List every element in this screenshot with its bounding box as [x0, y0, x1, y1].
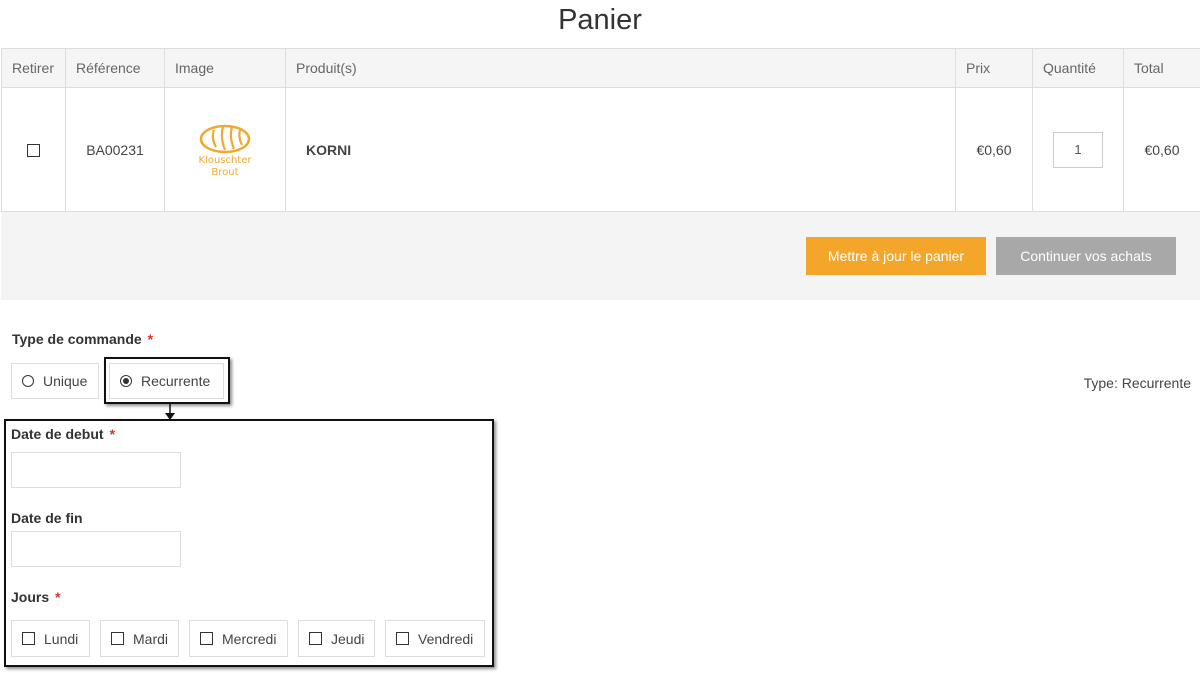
required-mark: *	[109, 426, 116, 442]
cart-table: Retirer Référence Image Produit(s) Prix …	[1, 48, 1200, 212]
start-date-input[interactable]	[11, 452, 181, 488]
day-checkbox-mercredi[interactable]	[200, 632, 213, 645]
total-cell: €0,60	[1123, 87, 1200, 212]
day-label-lundi: Lundi	[44, 630, 79, 647]
update-cart-button[interactable]: Mettre à jour le panier	[806, 237, 986, 275]
end-date-input[interactable]	[11, 531, 181, 567]
day-label-jeudi: Jeudi	[331, 630, 365, 647]
col-header-product: Produit(s)	[285, 48, 956, 88]
day-checkbox-lundi[interactable]	[22, 632, 35, 645]
day-label-mercredi: Mercredi	[222, 630, 277, 647]
order-type-label: Type de commande *	[12, 331, 153, 347]
logo-text-line2: Brout	[211, 166, 239, 178]
page-title: Panier	[558, 4, 642, 36]
image-cell: Klouschter Brout	[164, 87, 286, 212]
quantity-input[interactable]	[1053, 131, 1103, 168]
day-option-mardi[interactable]: Mardi	[100, 620, 179, 657]
day-checkbox-vendredi[interactable]	[396, 632, 409, 645]
radio-unique-label: Unique	[43, 373, 88, 389]
day-checkbox-mardi[interactable]	[111, 632, 124, 645]
order-type-label-text: Type de commande	[12, 331, 142, 347]
days-label: Jours *	[11, 589, 61, 605]
table-row: BA00231 Klouschter Brout KORNI €0,60 1 €…	[1, 87, 1200, 212]
required-mark: *	[55, 589, 61, 605]
order-type-summary: Type: Recurrente	[1083, 375, 1191, 391]
bread-icon	[199, 124, 251, 153]
radio-unique[interactable]	[22, 375, 34, 387]
remove-cell	[1, 87, 66, 212]
remove-item-checkbox[interactable]	[27, 144, 40, 158]
price-cell: €0,60	[955, 87, 1033, 212]
cart-header-row: Retirer Référence Image Produit(s) Prix …	[1, 48, 1200, 88]
end-date-label: Date de fin	[11, 510, 83, 526]
day-option-jeudi[interactable]: Jeudi	[298, 620, 375, 657]
cart-actions-bar: Mettre à jour le panier Continuer vos ac…	[1, 212, 1200, 300]
quantity-cell	[1032, 87, 1124, 212]
day-label-mardi: Mardi	[133, 630, 169, 647]
continue-shopping-button[interactable]: Continuer vos achats	[996, 237, 1176, 275]
start-date-label-text: Date de debut	[11, 426, 104, 442]
recurrente-highlight-box	[104, 357, 230, 404]
product-image[interactable]: Klouschter Brout	[193, 121, 257, 179]
day-checkbox-jeudi[interactable]	[309, 632, 322, 645]
day-option-mercredi[interactable]: Mercredi	[189, 620, 288, 657]
logo-text-line1: Klouschter	[198, 154, 252, 166]
col-header-quantity: Quantité	[1032, 48, 1124, 88]
order-type-unique-option[interactable]: Unique	[11, 363, 99, 399]
col-header-remove: Retirer	[1, 48, 66, 88]
reference-cell: BA00231	[65, 87, 165, 212]
days-label-text: Jours	[11, 589, 50, 605]
day-option-vendredi[interactable]: Vendredi	[385, 620, 485, 657]
day-option-lundi[interactable]: Lundi	[11, 620, 90, 657]
col-header-price: Prix	[955, 48, 1033, 88]
required-mark: *	[147, 331, 154, 347]
start-date-label: Date de debut *	[11, 426, 115, 442]
col-header-total: Total	[1123, 48, 1200, 88]
col-header-reference: Référence	[65, 48, 165, 88]
product-name[interactable]: KORNI	[285, 87, 956, 212]
day-label-vendredi: Vendredi	[418, 630, 474, 647]
col-header-image: Image	[164, 48, 286, 88]
